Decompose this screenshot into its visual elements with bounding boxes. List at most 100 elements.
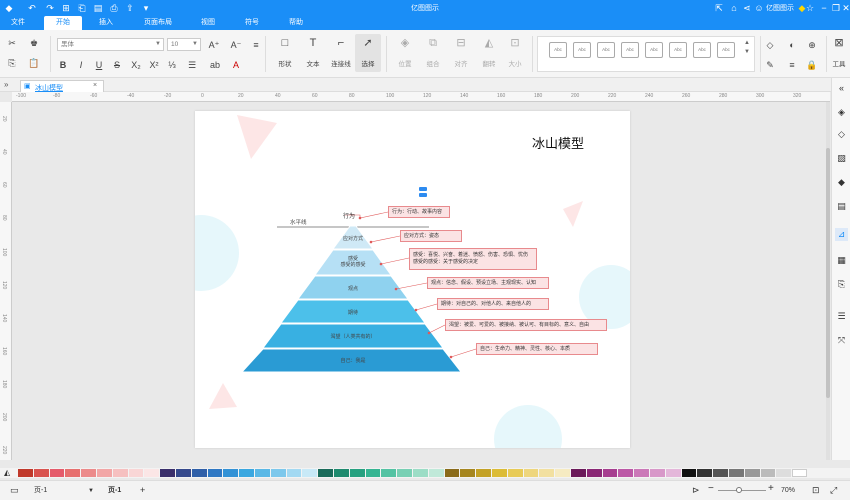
size-icon[interactable]: ⊡ xyxy=(508,38,522,49)
format-painter-icon[interactable]: ♚ xyxy=(28,38,40,48)
color-swatch[interactable] xyxy=(97,469,112,477)
drawing-page[interactable]: 冰山模型 水平线 行为 应对方式 感受 感受的感受 观点 期待 渴望（人类共有的… xyxy=(195,111,630,448)
page-panel-icon[interactable]: ▤ xyxy=(835,200,848,213)
zoom-slider[interactable] xyxy=(718,490,766,491)
text-case-icon[interactable]: ab xyxy=(208,60,222,70)
fill-bucket-icon[interactable]: ◭ xyxy=(4,468,10,477)
menu-view[interactable]: 视图 xyxy=(194,16,222,30)
collapse-left-icon[interactable]: » xyxy=(4,80,8,89)
line-color-icon[interactable]: ✎ xyxy=(764,60,776,70)
page-selector[interactable]: 页-1 xyxy=(34,486,47,496)
color-swatch[interactable] xyxy=(539,469,555,477)
callout-box[interactable]: 感受：喜悦、兴奋、着迷、愤怒、伤害、恐惧、忧伤 感受的感受：关于感受的决定 xyxy=(409,248,537,270)
position-icon[interactable]: ◈ xyxy=(398,38,412,49)
color-swatch[interactable] xyxy=(302,469,318,477)
size-button[interactable]: 大小 xyxy=(502,58,528,68)
chart-panel-icon[interactable]: ⊿ xyxy=(835,228,848,241)
callout-box[interactable]: 应对方式：姿态 xyxy=(400,230,462,242)
color-swatch[interactable] xyxy=(428,469,444,477)
color-swatch[interactable] xyxy=(286,469,302,477)
style-tile[interactable]: Abc xyxy=(717,42,735,58)
color-swatch[interactable] xyxy=(65,469,81,477)
cut-icon[interactable]: ✂ xyxy=(6,38,18,48)
color-swatch[interactable] xyxy=(128,469,144,477)
color-swatch[interactable] xyxy=(681,469,697,477)
waterline-label[interactable]: 水平线 xyxy=(290,218,307,226)
align-objects-icon[interactable]: ⊟ xyxy=(454,38,468,49)
menu-help[interactable]: 帮助 xyxy=(282,16,310,30)
color-swatch[interactable] xyxy=(460,469,476,477)
callout-box[interactable]: 渴望：被爱、可爱的、被接纳、被认可、有目标的、意义、自由 xyxy=(445,319,607,331)
bold-icon[interactable]: B xyxy=(58,60,68,70)
font-family-select[interactable]: 黑体 ▼ xyxy=(57,38,164,51)
lock-icon[interactable]: 🔒 xyxy=(806,60,818,70)
color-swatch[interactable] xyxy=(255,469,270,477)
diagram-title[interactable]: 冰山模型 xyxy=(532,133,584,152)
publish-icon[interactable]: ⇱ xyxy=(713,2,725,14)
callout-box[interactable]: 自己：生命力、精神、灵性、核心、本质 xyxy=(476,343,598,355)
color-swatch[interactable] xyxy=(523,469,539,477)
zoom-level[interactable]: 70% xyxy=(781,486,795,496)
zoom-slider-thumb[interactable] xyxy=(736,487,742,493)
line-style-icon[interactable]: ≡ xyxy=(786,60,798,70)
play-icon[interactable]: ⊳ xyxy=(692,485,700,495)
color-swatch[interactable] xyxy=(270,469,286,477)
close-tab-icon[interactable]: × xyxy=(93,82,97,89)
page-tab[interactable]: 页-1 xyxy=(108,486,121,496)
color-swatch[interactable] xyxy=(191,469,207,477)
color-swatch[interactable] xyxy=(792,469,807,477)
chevron-down-icon[interactable]: ▼ xyxy=(88,486,94,496)
menu-insert[interactable]: 插入 xyxy=(90,16,122,30)
collapse-panel-icon[interactable]: « xyxy=(835,82,848,95)
zoom-out-icon[interactable]: − xyxy=(708,484,714,494)
group-button[interactable]: 组合 xyxy=(420,58,446,68)
font-color-icon[interactable]: A xyxy=(230,60,242,70)
connector-icon[interactable]: ⌐ xyxy=(334,38,348,49)
fill-icon[interactable]: ◇ xyxy=(764,40,776,50)
fill-panel-icon[interactable]: ◇ xyxy=(835,128,848,141)
color-swatch[interactable] xyxy=(729,469,744,477)
numbered-list-icon[interactable]: ⅓ xyxy=(166,60,178,70)
color-swatch[interactable] xyxy=(318,469,333,477)
page-layout-icon[interactable]: ▭ xyxy=(10,485,19,495)
skin-icon[interactable]: ☆ xyxy=(804,2,816,14)
font-shrink-icon[interactable]: A⁻ xyxy=(230,40,242,50)
color-swatch[interactable] xyxy=(602,469,618,477)
style-tile[interactable]: Abc xyxy=(573,42,591,58)
color-swatch[interactable] xyxy=(507,469,523,477)
align-button[interactable]: 对齐 xyxy=(448,58,474,68)
group-icon[interactable]: ⧉ xyxy=(426,38,440,49)
close-icon[interactable]: ✕ xyxy=(840,2,850,14)
style-tile[interactable]: Abc xyxy=(669,42,687,58)
color-swatch[interactable] xyxy=(413,469,428,477)
gallery-scroll-down-icon[interactable]: ▼ xyxy=(744,49,750,55)
export-panel-icon[interactable]: ⎘ xyxy=(835,278,848,291)
tools-icon[interactable]: ⊠ xyxy=(832,38,846,49)
callout-box[interactable]: 观点：信念、假设、预设立场、主观现实、认知 xyxy=(427,277,549,289)
style-tile[interactable]: Abc xyxy=(645,42,663,58)
subscript-icon[interactable]: X₂ xyxy=(130,60,142,70)
text-button[interactable]: 文本 xyxy=(300,58,326,68)
strikethrough-icon[interactable]: S xyxy=(112,60,122,70)
color-swatch[interactable] xyxy=(586,469,602,477)
tools-button[interactable]: 工具 xyxy=(828,58,850,68)
underline-icon[interactable]: U xyxy=(94,60,104,70)
shape-button[interactable]: 形状 xyxy=(272,58,298,68)
behavior-label[interactable]: 行为 xyxy=(336,211,362,220)
select-button[interactable]: 选择 xyxy=(355,58,381,68)
resize-panel-icon[interactable]: ⤧ xyxy=(835,334,848,347)
account-name[interactable]: 亿图图示 xyxy=(766,3,794,13)
italic-icon[interactable]: I xyxy=(76,60,86,70)
shape-icon[interactable]: □ xyxy=(278,38,292,49)
color-swatch[interactable] xyxy=(223,469,239,477)
color-swatch[interactable] xyxy=(176,469,191,477)
scroll-thumb[interactable] xyxy=(826,148,830,398)
flip-icon[interactable]: ◭ xyxy=(482,38,496,49)
gallery-scroll-up-icon[interactable]: ▲ xyxy=(744,40,750,46)
connector-button[interactable]: 连接线 xyxy=(328,58,354,68)
color-swatch[interactable] xyxy=(634,469,649,477)
layers-panel-icon[interactable]: ◆ xyxy=(835,176,848,189)
color-swatch[interactable] xyxy=(776,469,792,477)
style-panel-icon[interactable]: ◈ xyxy=(835,106,848,119)
color-swatch[interactable] xyxy=(744,469,760,477)
